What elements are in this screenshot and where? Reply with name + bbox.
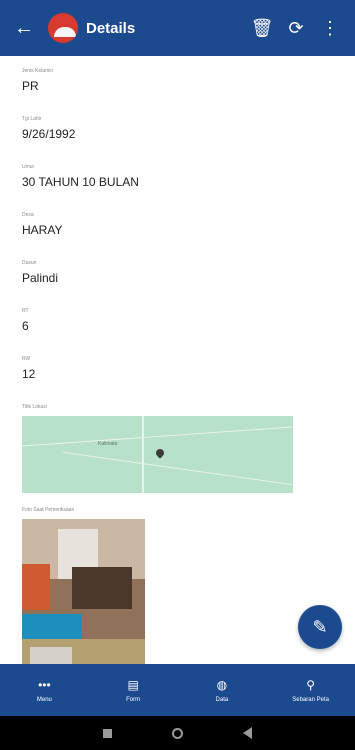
detail-content[interactable]: Jenis Kelamin PR Tgl Lahir 9/26/1992 Umu… [0, 56, 355, 664]
edit-icon: ✎ [312, 616, 328, 637]
nav-menu[interactable]: ••• Menu [0, 664, 89, 716]
bottom-navigation: ••• Menu ▤ Form ◍ Data ⚲ Sebaran Peta [0, 664, 355, 716]
home-button[interactable] [143, 727, 213, 739]
field-label: Umur [22, 164, 35, 170]
field-value: HARAY [22, 223, 63, 237]
photo-region [22, 564, 50, 610]
system-back-button[interactable] [213, 727, 283, 739]
nav-label: Data [215, 697, 229, 703]
map-road [22, 426, 293, 447]
field-tgl-lahir: Tgl Lahir 9/26/1992 [0, 114, 355, 152]
field-titik-lokasi: Titik Lokasi [0, 402, 355, 412]
nav-label: Menu [36, 697, 52, 703]
system-navigation-bar [0, 716, 355, 750]
location-map[interactable]: Kalimata [22, 416, 293, 493]
field-umur: Umur 30 TAHUN 10 BULAN [0, 162, 355, 200]
map-place-label: Kalimata [98, 441, 118, 447]
field-value: 9/26/1992 [22, 127, 76, 141]
map-road [63, 451, 292, 486]
field-label: Titik Lokasi [22, 404, 47, 410]
photo-region [72, 567, 132, 609]
document-icon: ▤ [127, 678, 139, 692]
refresh-icon[interactable]: ⟳ [279, 11, 313, 45]
field-value: 12 [22, 367, 36, 381]
field-rw: RW 12 [0, 354, 355, 392]
field-value: Palindi [22, 271, 59, 285]
field-rt: RT 6 [0, 306, 355, 344]
more-options-icon[interactable]: ⋮ [313, 11, 347, 45]
recent-apps-button[interactable] [73, 728, 143, 738]
nav-form[interactable]: ▤ Form [89, 664, 178, 716]
field-jenis-kelamin: Jenis Kelamin PR [0, 66, 355, 104]
nav-sebaran-peta[interactable]: ⚲ Sebaran Peta [266, 664, 355, 716]
field-desa: Desa HARAY [0, 210, 355, 248]
field-value: 6 [22, 319, 29, 333]
field-value: PR [22, 79, 39, 93]
more-horiz-icon: ••• [38, 678, 51, 692]
field-label: RT [22, 308, 29, 314]
map-road [142, 416, 144, 493]
nav-label: Sebaran Peta [292, 697, 329, 703]
field-label: Tgl Lahir [22, 116, 42, 122]
triangle-back-icon [243, 727, 252, 739]
field-label: Dusun [22, 260, 37, 266]
page-title: Details [86, 19, 136, 37]
app-logo [48, 13, 78, 43]
square-icon [103, 728, 112, 738]
circle-icon [172, 727, 183, 739]
field-label: Jenis Kelamin [22, 68, 54, 74]
field-label: RW [22, 356, 31, 362]
field-foto: Foto Saat Pemeriksaan [0, 505, 355, 515]
map-pin-icon: ⚲ [306, 678, 316, 692]
app-bar: ← Details 🗑 ⟳ ⋮ [0, 0, 355, 56]
nav-label: Form [126, 697, 141, 703]
examination-photo[interactable] [22, 519, 145, 664]
map-pin-icon[interactable] [154, 447, 166, 459]
globe-icon: ◍ [216, 678, 228, 692]
field-label: Foto Saat Pemeriksaan [22, 507, 75, 513]
field-value: 30 TAHUN 10 BULAN [22, 175, 139, 189]
nav-data[interactable]: ◍ Data [178, 664, 267, 716]
field-label: Desa [22, 212, 34, 218]
photo-region [30, 647, 72, 664]
back-arrow-icon[interactable]: ← [8, 12, 40, 44]
edit-fab-button[interactable]: ✎ [298, 605, 342, 649]
delete-icon[interactable]: 🗑 [245, 11, 279, 45]
field-dusun: Dusun Palindi [0, 258, 355, 296]
